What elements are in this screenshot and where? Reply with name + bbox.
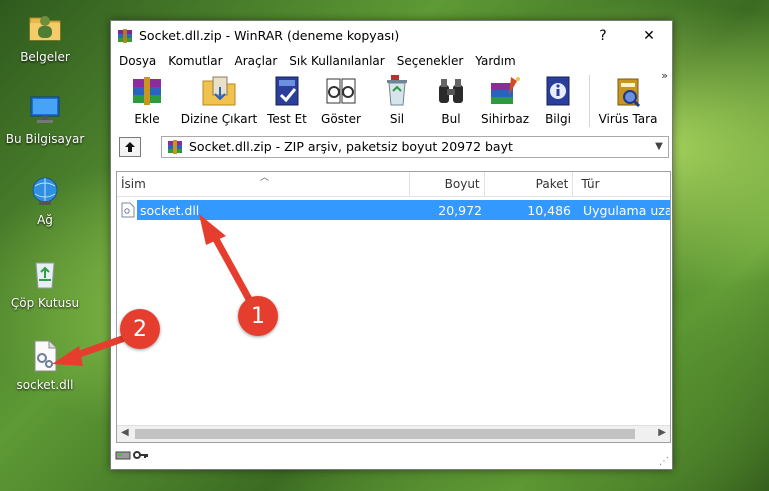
scroll-right-icon[interactable]: ▶: [658, 427, 666, 438]
column-packed[interactable]: Paket: [485, 172, 574, 196]
scrollbar-thumb[interactable]: [135, 429, 635, 439]
file-list: ︿ İsim Boyut Paket Tür socket.dll 20,972…: [116, 171, 671, 443]
desktop-icon-label: Bu Bilgisayar: [5, 132, 85, 146]
drive-icon: [115, 449, 131, 464]
resize-grip-icon[interactable]: ⋰: [659, 456, 669, 467]
winrar-window: Socket.dll.zip - WinRAR (deneme kopyası)…: [110, 20, 673, 470]
help-button[interactable]: ?: [580, 21, 626, 50]
annotation-step-1: 1: [238, 296, 278, 336]
toolbar-test-button[interactable]: Test Et: [261, 71, 313, 131]
close-button[interactable]: ✕: [626, 21, 672, 50]
computer-icon: [27, 92, 63, 128]
extract-to-icon: [199, 73, 239, 109]
menu-dosya[interactable]: Dosya: [113, 54, 162, 68]
toolbar-info-button[interactable]: Bilgi: [533, 71, 583, 131]
toolbar-virus-scan-button[interactable]: Virüs Tara: [596, 71, 660, 131]
toolbar-label: Göster: [321, 112, 361, 126]
virus-scan-icon: [608, 73, 648, 109]
sort-ascending-icon: ︿: [260, 173, 270, 183]
path-bar: Socket.dll.zip - ZIP arşiv, paketsiz boy…: [111, 133, 672, 160]
desktop-icon-ag[interactable]: Ağ: [0, 173, 90, 227]
toolbar-label: Bilgi: [545, 112, 571, 126]
window-title: Socket.dll.zip - WinRAR (deneme kopyası): [139, 28, 400, 43]
horizontal-scrollbar[interactable]: ◀ ▶: [117, 425, 670, 442]
menu-komutlar[interactable]: Komutlar: [162, 54, 228, 68]
table-row[interactable]: socket.dll 20,972 10,486 Uygulama uzantı…: [117, 200, 670, 220]
add-archive-icon: [127, 73, 167, 109]
archive-path: Socket.dll.zip - ZIP arşiv, paketsiz boy…: [189, 139, 513, 154]
archive-icon: [167, 139, 183, 154]
desktop-icon-bu-bilgisayar[interactable]: Bu Bilgisayar: [0, 92, 90, 146]
column-size[interactable]: Boyut: [410, 172, 485, 196]
title-bar[interactable]: Socket.dll.zip - WinRAR (deneme kopyası)…: [111, 21, 672, 50]
desktop-icon-socket-dll[interactable]: socket.dll: [0, 338, 90, 392]
desktop-icon-label: Ağ: [37, 213, 53, 227]
toolbar-delete-button[interactable]: Sil: [369, 71, 425, 131]
key-icon: [133, 449, 149, 464]
column-type[interactable]: Tür: [573, 172, 670, 196]
toolbar-label: Test Et: [267, 112, 307, 126]
toolbar-overflow-button[interactable]: »: [661, 69, 668, 82]
file-type: Uygulama uzantısı: [583, 202, 670, 218]
scroll-left-icon[interactable]: ◀: [121, 427, 129, 438]
toolbar-find-button[interactable]: Bul: [425, 71, 477, 131]
menu-secenekler[interactable]: Seçenekler: [391, 54, 470, 68]
desktop-icon-belgeler[interactable]: Belgeler: [0, 10, 90, 64]
menu-araclar[interactable]: Araçlar: [229, 54, 284, 68]
up-folder-button[interactable]: [119, 136, 141, 157]
toolbar-label: Sihirbaz: [480, 112, 530, 126]
toolbar-extract-button[interactable]: Dizine Çıkart: [177, 71, 261, 131]
delete-icon: [377, 73, 417, 109]
path-dropdown[interactable]: Socket.dll.zip - ZIP arşiv, paketsiz boy…: [161, 135, 669, 158]
toolbar-label: Dizine Çıkart: [180, 112, 258, 126]
up-arrow-icon: [125, 141, 135, 152]
test-icon: [267, 73, 307, 109]
toolbar-add-button[interactable]: Ekle: [117, 71, 177, 131]
status-bar: ⋰: [111, 444, 672, 469]
toolbar-wizard-button[interactable]: Sihirbaz: [477, 71, 533, 131]
desktop-icon-label: Belgeler: [20, 50, 70, 64]
toolbar-separator: [589, 75, 590, 127]
network-icon: [27, 173, 63, 209]
file-size: 20,972: [438, 202, 482, 218]
wizard-icon: [485, 73, 525, 109]
annotation-step-2: 2: [120, 309, 160, 349]
chevron-down-icon[interactable]: ▼: [650, 141, 668, 152]
menu-sik-kullanilanlar[interactable]: Sık Kullanılanlar: [283, 54, 390, 68]
file-name: socket.dll: [140, 202, 200, 218]
user-folder-icon: [27, 10, 63, 46]
toolbar-label: Ekle: [134, 112, 160, 126]
recycle-bin-icon: [27, 256, 63, 292]
toolbar: Ekle Dizine Çıkart Test Et Göster Sil Bu…: [111, 69, 672, 133]
column-header: ︿ İsim Boyut Paket Tür: [117, 172, 670, 197]
menu-bar: Dosya Komutlar Araçlar Sık Kullanılanlar…: [111, 50, 672, 71]
find-icon: [431, 73, 471, 109]
view-icon: [321, 73, 361, 109]
desktop-icon-cop-kutusu[interactable]: Çöp Kutusu: [0, 256, 90, 310]
toolbar-label: Virüs Tara: [598, 112, 658, 126]
dll-file-icon: [27, 338, 63, 374]
toolbar-view-button[interactable]: Göster: [313, 71, 369, 131]
info-icon: [538, 73, 578, 109]
toolbar-label: Sil: [389, 112, 405, 126]
file-packed: 10,486: [527, 202, 571, 218]
desktop-icon-label: Çöp Kutusu: [10, 296, 80, 310]
winrar-icon: [117, 28, 133, 44]
selected-row-highlight: socket.dll 20,972 10,486 Uygulama uzantı…: [137, 200, 670, 220]
toolbar-label: Bul: [441, 112, 461, 126]
dll-file-icon: [121, 202, 135, 218]
desktop-icon-label: socket.dll: [16, 378, 74, 392]
menu-yardim[interactable]: Yardım: [469, 54, 521, 68]
